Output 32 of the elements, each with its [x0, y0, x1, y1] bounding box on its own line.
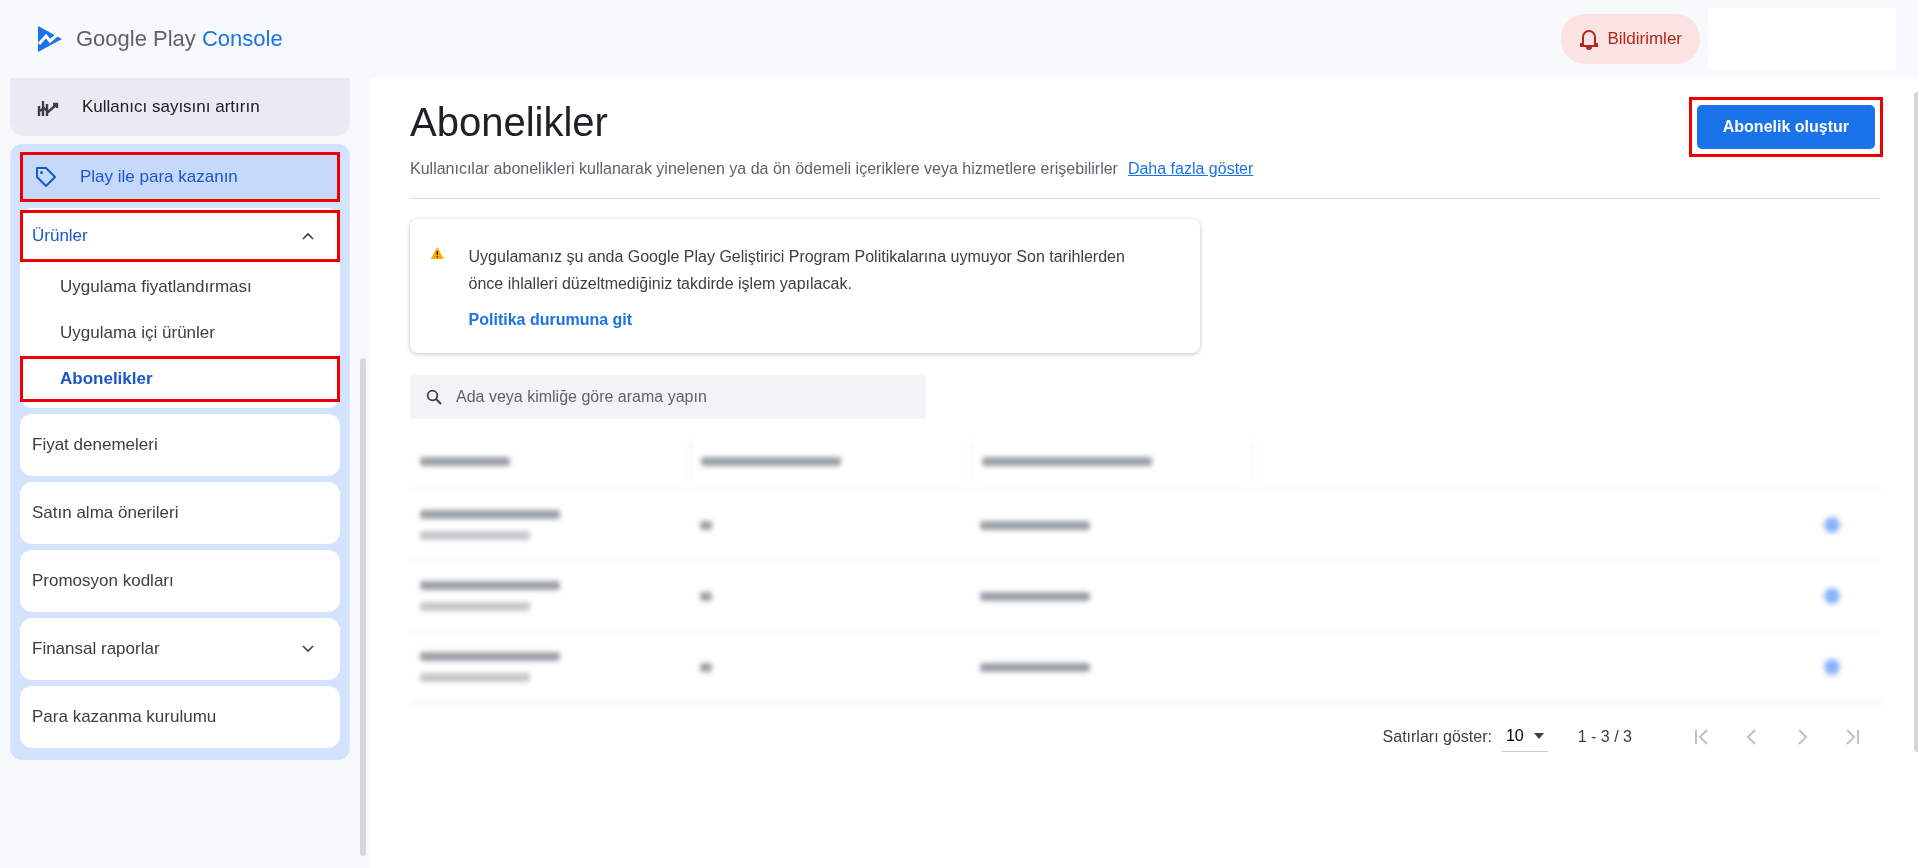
page-title: Abonelikler [410, 100, 608, 145]
sidebar-item-label: Kullanıcı sayısını artırın [82, 97, 260, 117]
sidebar-subitem[interactable]: Abonelikler [20, 356, 340, 402]
chevron-icon [302, 645, 314, 653]
notifications-button[interactable]: Bildirimler [1561, 14, 1700, 64]
search-field[interactable]: Ada veya kimliğe göre arama yapın [410, 375, 926, 419]
sidebar-subitem[interactable]: Uygulama içi ürünler [20, 310, 340, 356]
sidebar-item[interactable]: Kullanıcı sayısını artırın [10, 78, 350, 136]
rows-per-page-dropdown[interactable]: 10 [1501, 721, 1548, 752]
page-description: Kullanıcılar abonelikleri kullanarak yinelenen ya da ön ödemeli içeriklere veya hizmetlere erişebilirler [410, 160, 1118, 178]
search-icon [426, 389, 442, 405]
logo-text: Google Play Console [76, 26, 283, 52]
chevron-icon [302, 232, 314, 240]
tag-icon [34, 165, 58, 189]
sidebar-item[interactable]: Fiyat denemeleri [20, 414, 340, 476]
sidebar-item[interactable]: Satın alma önerileri [20, 482, 340, 544]
create-subscription-button[interactable]: Abonelik oluştur [1696, 105, 1875, 149]
page-range: 1 - 3 / 3 [1577, 727, 1632, 746]
rows-per-page-label: Satırları göster: [1382, 727, 1492, 746]
more-link[interactable]: Daha fazla göster [1127, 160, 1254, 178]
sidebar-item[interactable]: Para kazanma kurulumu [20, 686, 340, 748]
sidebar-group[interactable]: Ürünler [20, 210, 340, 262]
policy-status-link[interactable]: Politika durumuna git [468, 311, 633, 329]
bell-icon [1579, 28, 1600, 50]
sidebar-item[interactable]: Promosyon kodları [20, 550, 340, 612]
sidebar-section[interactable]: Play ile para kazanın [20, 152, 340, 202]
play-console-logo-icon [36, 24, 64, 54]
sidebar-subitem[interactable]: Uygulama fiyatlandırması [20, 264, 340, 310]
dropdown-arrow-icon [1533, 733, 1544, 739]
scrollbar[interactable] [1910, 78, 1918, 868]
sidebar-group[interactable]: Finansal raporlar [20, 618, 340, 680]
alert-message: Uygulamanız şu anda Google Play Geliştirici Program Politikalarına uymuyor Son tarihlerden önce ihlalleri düzeltmediğiniz takdirde işlem yapılacak. [468, 247, 1126, 294]
